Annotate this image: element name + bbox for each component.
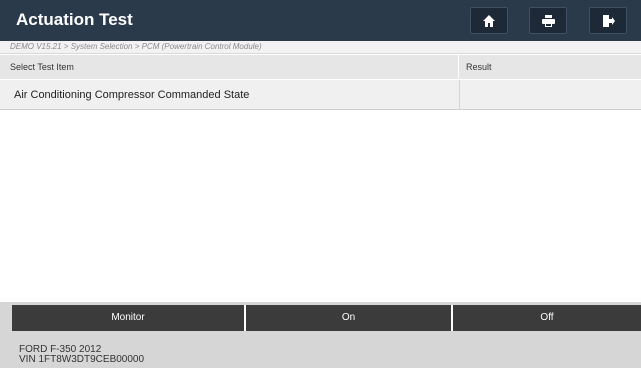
print-button[interactable]	[529, 7, 567, 34]
title-bar: Actuation Test	[0, 0, 641, 41]
table-empty-area	[0, 111, 641, 302]
exit-button[interactable]	[589, 7, 627, 34]
exit-icon	[603, 14, 615, 27]
test-item-cell: Air Conditioning Compressor Commanded St…	[14, 89, 250, 101]
vehicle-info: FORD F-350 2012 VIN 1FT8W3DT9CEB00000	[19, 345, 144, 365]
on-button[interactable]: On	[246, 305, 451, 331]
result-cell	[459, 80, 641, 110]
column-divider	[458, 55, 459, 79]
home-icon	[483, 14, 495, 27]
breadcrumb: DEMO V15.21 > System Selection > PCM (Po…	[0, 41, 641, 54]
printer-icon	[541, 14, 555, 27]
column-header-test-item: Select Test Item	[10, 62, 74, 72]
table-header: Select Test Item Result	[0, 55, 641, 79]
page-title: Actuation Test	[16, 10, 133, 29]
monitor-button[interactable]: Monitor	[12, 305, 244, 331]
off-button[interactable]: Off	[453, 305, 641, 331]
vehicle-vin: VIN 1FT8W3DT9CEB00000	[19, 354, 145, 365]
action-bar: Monitor On Off	[12, 305, 641, 331]
column-header-result: Result	[466, 62, 492, 72]
table-row[interactable]: Air Conditioning Compressor Commanded St…	[0, 80, 641, 110]
home-button[interactable]	[470, 7, 508, 34]
